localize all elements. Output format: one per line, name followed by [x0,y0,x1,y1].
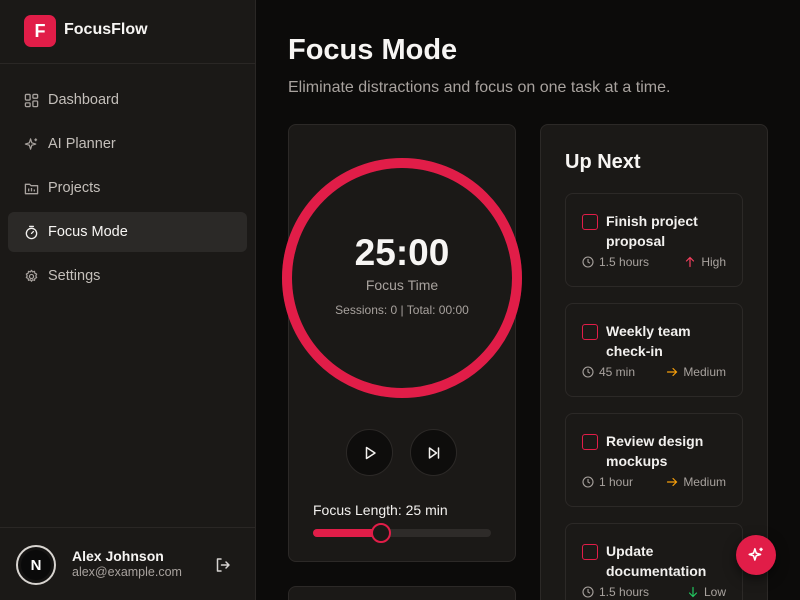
sidebar-item-label: Projects [48,180,101,196]
timer-label: Focus Time [365,277,439,293]
timer-sessions: Sessions: 0 | Total: 00:00 [335,303,469,317]
up-next-title: Up Next [565,151,641,173]
app-name: FocusFlow [64,21,148,38]
play-button[interactable] [346,429,393,476]
task-duration-text: 1.5 hours [599,255,650,269]
arrow-down-icon [688,586,698,598]
task-checkbox[interactable] [582,434,598,450]
clock-icon [582,366,594,378]
skip-forward-icon [428,446,439,459]
user-email: alex@example.com [72,565,182,579]
task-checkbox[interactable] [582,324,598,340]
task-card[interactable]: Finish project proposal 1.5 hours High [565,193,743,287]
task-priority-text: Medium [683,365,726,379]
ai-assistant-button[interactable] [736,535,776,575]
app-logo[interactable]: F [24,15,56,47]
clock-icon [582,586,594,598]
task-priority: Medium [666,475,726,489]
task-duration-text: 45 min [599,365,636,379]
sparkles-icon [748,547,763,561]
task-card[interactable]: Review design mockups 1 hour Medium [565,413,743,507]
timer-value: 25:00 [354,232,450,273]
sidebar-item-settings[interactable]: Settings [8,256,247,296]
slider-thumb[interactable] [370,523,391,543]
sidebar: F FocusFlow Dashboard AI Planner Project… [0,0,256,600]
task-checkbox[interactable] [582,214,598,230]
arrow-right-icon [667,367,678,377]
page-title: Focus Mode [288,34,458,66]
clock-icon [582,256,594,268]
task-checkbox[interactable] [582,544,598,560]
sidebar-item-label: AI Planner [48,136,116,152]
avatar-initial: N [21,550,51,580]
sidebar-item-projects[interactable]: Projects [8,168,247,208]
focus-length-label: Focus Length: 25 min [313,502,448,518]
sidebar-item-label: Dashboard [48,92,119,108]
task-title: Finish project proposal [606,213,698,249]
user-name: Alex Johnson [72,548,164,564]
page-subtitle: Eliminate distractions and focus on one … [288,79,671,96]
sidebar-item-label: Focus Mode [48,224,128,240]
task-priority-text: High [701,255,726,269]
task-title: Update documentation [606,543,707,579]
folder-icon [24,183,39,194]
clock-icon [582,476,594,488]
task-priority-text: Low [703,585,726,599]
task-priority: Low [687,585,726,599]
play-icon [365,446,376,459]
task-duration: 1.5 hours [582,585,649,599]
sidebar-item-ai-planner[interactable]: AI Planner [8,124,247,164]
timer-icon [25,225,38,239]
task-priority: Medium [666,365,726,379]
sidebar-item-dashboard[interactable]: Dashboard [8,80,247,120]
focus-length-slider[interactable] [313,523,491,543]
arrow-up-icon [686,256,695,268]
brand-header: F FocusFlow [0,0,255,64]
task-duration: 1.5 hours [582,255,649,269]
timer-secondary-card [288,586,516,600]
task-duration: 45 min [582,365,635,379]
dashboard-icon [24,93,39,107]
logout-icon[interactable] [214,556,232,574]
user-profile: N Alex Johnson alex@example.com [0,527,255,600]
task-duration-text: 1 hour [599,475,634,489]
task-title: Weekly team check-in [606,323,691,359]
sidebar-item-focus-mode[interactable]: Focus Mode [8,212,247,252]
task-duration-text: 1.5 hours [599,585,650,599]
task-card[interactable]: Update documentation 1.5 hours Low [565,523,743,600]
avatar[interactable]: N [16,545,56,585]
skip-button[interactable] [410,429,457,476]
sparkles-icon [24,137,38,150]
task-title: Review design mockups [606,433,704,469]
sidebar-item-label: Settings [48,268,101,284]
gear-icon [25,269,38,282]
task-priority: High [684,255,726,269]
task-card[interactable]: Weekly team check-in 45 min Medium [565,303,743,397]
task-duration: 1 hour [582,475,633,489]
task-priority-text: Medium [683,475,726,489]
arrow-right-icon [667,477,678,487]
